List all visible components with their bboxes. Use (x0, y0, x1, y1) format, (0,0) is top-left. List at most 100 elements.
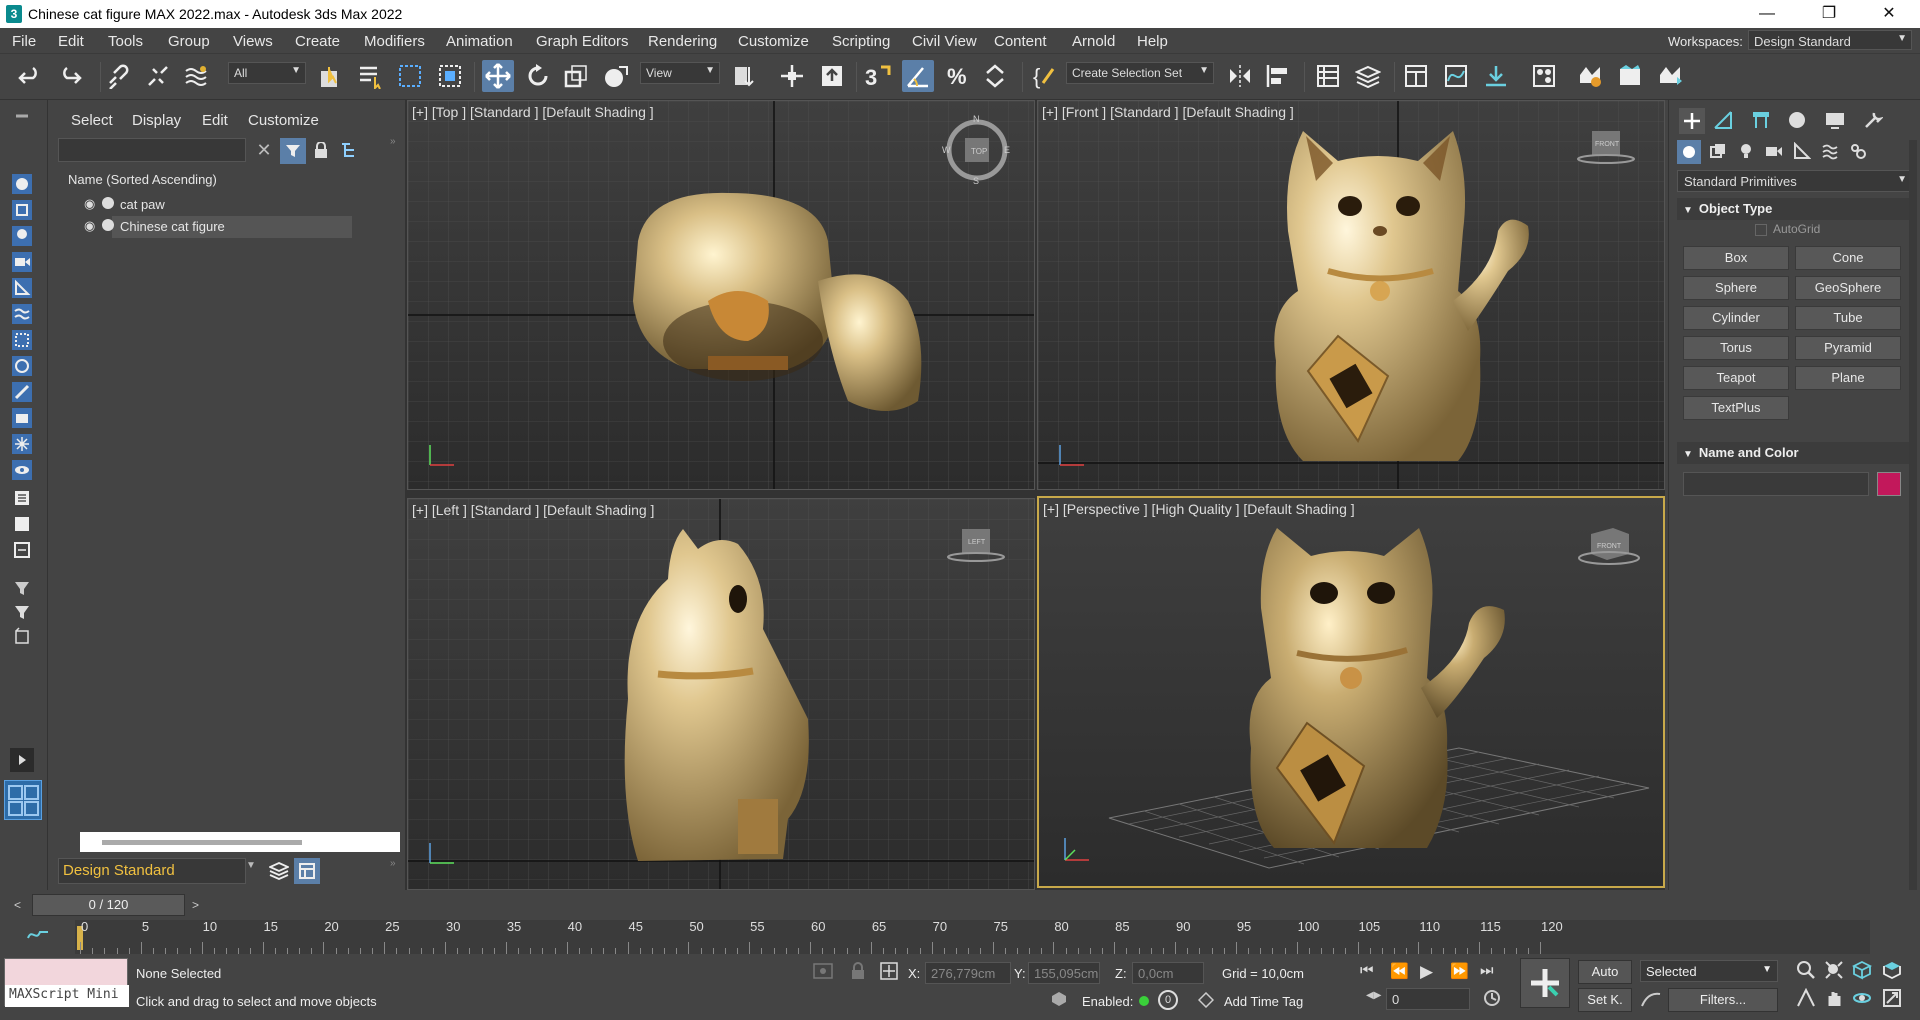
menu-scripting[interactable]: Scripting (832, 33, 890, 50)
undo-icon[interactable] (14, 60, 46, 92)
tree-item-chinese-cat-figure[interactable]: ◉ Chinese cat figure (84, 216, 352, 238)
name-and-color-rollout-header[interactable]: ▼ Name and Color (1677, 442, 1913, 464)
key-filters-button[interactable]: Filters... (1668, 988, 1778, 1012)
menu-graph-editors[interactable]: Graph Editors (536, 33, 629, 50)
selection-filter-dropdown[interactable]: All ▼ (228, 62, 306, 84)
display-xrefs-icon[interactable] (10, 354, 34, 378)
display-none-icon[interactable] (10, 512, 34, 536)
key-filter-dropdown[interactable]: Selected ▼ (1640, 960, 1778, 982)
systems-category-icon[interactable] (1849, 142, 1867, 163)
tab-display[interactable]: Display (132, 112, 181, 129)
keyboard-shortcut-override-icon[interactable] (816, 60, 848, 92)
sphere-button[interactable]: Sphere (1683, 276, 1789, 300)
display-groups-icon[interactable] (10, 328, 34, 352)
display-geometry-icon[interactable] (10, 172, 34, 196)
menu-arnold[interactable]: Arnold (1072, 33, 1115, 50)
render-production-icon[interactable] (1654, 60, 1686, 92)
bookmark-icon[interactable] (10, 624, 34, 648)
menu-customize[interactable]: Customize (738, 33, 809, 50)
viewport-label[interactable]: [+] [Perspective ] [High Quality ] [Defa… (1043, 501, 1355, 517)
spinner-snap-toggle-icon[interactable] (980, 60, 1012, 92)
display-shapes-icon[interactable] (10, 198, 34, 222)
viewport-label[interactable]: [+] [Left ] [Standard ] [Default Shading… (412, 502, 654, 518)
z-coord-input[interactable]: 0,0cm (1132, 962, 1204, 984)
scene-explorer-toggle-icon[interactable] (294, 858, 320, 884)
plane-button[interactable]: Plane (1795, 366, 1901, 390)
menu-group[interactable]: Group (168, 33, 210, 50)
pan-view-icon[interactable] (1824, 988, 1844, 1011)
display-cameras-icon[interactable] (10, 250, 34, 274)
layer-stack-icon[interactable] (266, 858, 292, 884)
rectangular-selection-icon[interactable] (394, 60, 426, 92)
panel-collapse-icon[interactable]: » (390, 136, 396, 147)
snaps-toggle-icon[interactable]: 3 (862, 60, 894, 92)
object-type-rollout-header[interactable]: ▼ Object Type (1677, 198, 1913, 220)
view-cube-icon[interactable]: FRONT (1573, 524, 1643, 568)
display-helpers-icon[interactable] (10, 276, 34, 300)
tree-item-cat-paw[interactable]: ◉ cat paw (80, 194, 450, 216)
mini-curve-editor-icon[interactable] (26, 926, 50, 947)
column-header[interactable]: Name (Sorted Ascending) (68, 172, 217, 187)
display-containers-icon[interactable] (10, 406, 34, 430)
tube-button[interactable]: Tube (1795, 306, 1901, 330)
view-cube-icon[interactable]: FRONT (1574, 127, 1638, 167)
toggle-scene-explorer-icon[interactable] (1312, 60, 1344, 92)
previous-frame-icon[interactable]: ⏪ (1390, 962, 1409, 980)
display-hidden-icon[interactable] (10, 458, 34, 482)
textplus-button[interactable]: TextPlus (1683, 396, 1789, 420)
go-to-start-icon[interactable]: ⏮ (1360, 962, 1374, 979)
motion-tab-icon[interactable] (1787, 110, 1807, 133)
visibility-eye-icon[interactable]: ◉ (84, 218, 95, 234)
time-slider[interactable]: 0 / 120 (32, 894, 185, 916)
torus-button[interactable]: Torus (1683, 336, 1789, 360)
display-lights-icon[interactable] (10, 224, 34, 248)
workspace-dropdown[interactable]: Design Standard (58, 858, 246, 884)
utilities-tab-icon[interactable] (1863, 110, 1884, 133)
curve-editor-icon[interactable] (1440, 60, 1472, 92)
menu-modifiers[interactable]: Modifiers (364, 33, 425, 50)
hierarchy-tab-icon[interactable] (1751, 110, 1771, 133)
adaptive-degradation-icon[interactable] (1050, 990, 1068, 1008)
maxscript-mini-input[interactable]: MAXScript Mini (5, 985, 129, 1007)
scrollbar-thumb[interactable] (102, 840, 302, 845)
space-warps-category-icon[interactable] (1821, 142, 1839, 163)
menu-animation[interactable]: Animation (446, 33, 513, 50)
zoom-extents-icon[interactable] (1851, 960, 1873, 983)
menu-tools[interactable]: Tools (108, 33, 143, 50)
visibility-eye-icon[interactable]: ◉ (84, 196, 95, 212)
pyramid-button[interactable]: Pyramid (1795, 336, 1901, 360)
select-and-scale-icon[interactable] (560, 60, 592, 92)
helpers-category-icon[interactable] (1793, 141, 1812, 163)
maxscript-listener[interactable]: MAXScript Mini (4, 958, 129, 1007)
time-slider-prev-button[interactable]: < (14, 898, 21, 912)
cone-button[interactable]: Cone (1795, 246, 1901, 270)
angle-snap-toggle-icon[interactable] (902, 60, 934, 92)
time-slider-next-button[interactable]: > (192, 898, 199, 912)
menu-file[interactable]: File (12, 33, 36, 50)
workspaces-dropdown[interactable]: Design Standard ▼ (1748, 30, 1912, 50)
schematic-view-icon[interactable] (1480, 60, 1512, 92)
pin-icon[interactable] (10, 104, 34, 128)
maximize-viewport-icon[interactable] (1882, 988, 1902, 1011)
select-manipulate-icon[interactable] (776, 60, 808, 92)
zoom-extents-all-icon[interactable] (1882, 960, 1902, 983)
unlink-icon[interactable] (142, 60, 174, 92)
minimize-icon[interactable]: — (1738, 0, 1796, 28)
primitive-category-dropdown[interactable]: Standard Primitives ▼ (1677, 170, 1913, 192)
hierarchy-icon[interactable] (340, 142, 358, 161)
zoom-icon[interactable] (1796, 960, 1816, 983)
frame-spinner-arrows-icon[interactable]: ◀▶ (1366, 990, 1381, 1001)
close-icon[interactable]: ✕ (1860, 0, 1918, 28)
percent-snap-toggle-icon[interactable]: % (942, 60, 974, 92)
mirror-icon[interactable] (1224, 60, 1256, 92)
next-frame-icon[interactable]: ⏩ (1450, 962, 1469, 980)
tab-edit[interactable]: Edit (202, 112, 228, 129)
select-and-move-icon[interactable] (482, 60, 514, 92)
menu-edit[interactable]: Edit (58, 33, 84, 50)
menu-rendering[interactable]: Rendering (648, 33, 717, 50)
key-tangent-icon[interactable] (1640, 990, 1662, 1011)
select-object-icon[interactable] (314, 60, 346, 92)
toggle-ribbon-icon[interactable] (1400, 60, 1432, 92)
time-tag-icon[interactable] (1197, 991, 1215, 1011)
reference-coordinate-dropdown[interactable]: View ▼ (640, 62, 720, 84)
